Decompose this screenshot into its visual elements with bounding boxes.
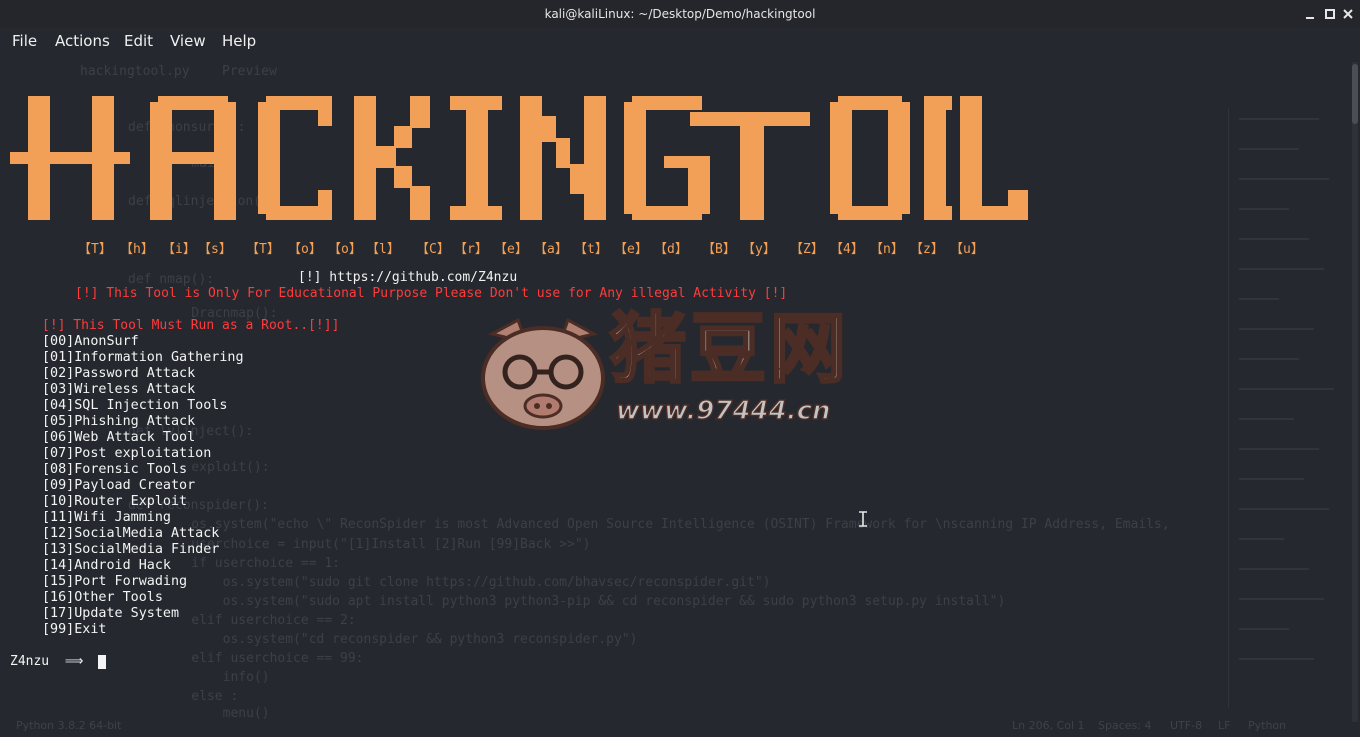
menu-option-port-forwarding: [15]Port Forwading: [42, 574, 188, 589]
banner-letter: 【T】: [78, 242, 112, 257]
ghost-code-line: info(): [160, 670, 270, 685]
ghost-status-language: Python: [1248, 719, 1287, 732]
ghost-tab-2: Preview: [222, 64, 277, 79]
banner-letter: 【l】: [366, 242, 400, 257]
menu-option-anonsurf: [00]AnonSurf: [42, 334, 139, 349]
menu-option-web-attack: [06]Web Attack Tool: [42, 430, 196, 445]
ghost-code-line: def nmap():: [128, 272, 215, 287]
menu-option-information-gathering: [01]Information Gathering: [42, 350, 244, 365]
terminal-prompt: Z4nzu ⟹: [10, 654, 84, 669]
disclaimer-text: [!] This Tool is Only For Educational Pu…: [75, 286, 788, 301]
close-icon[interactable]: [1340, 6, 1356, 22]
menu-option-wifi-jamming: [11]Wifi Jamming: [42, 510, 171, 525]
ghost-code-line: os.system("sudo git clone https://github…: [160, 575, 771, 590]
menu-option-update-system: [17]Update System: [42, 606, 180, 621]
ghost-status-encoding: UTF-8: [1170, 719, 1203, 732]
menu-option-forensic-tools: [08]Forensic Tools: [42, 462, 188, 477]
banner-letter: 【z】: [910, 242, 944, 257]
banner-letter: 【e】: [494, 242, 528, 257]
menu-help[interactable]: Help: [222, 32, 256, 50]
banner-letter: 【4】: [830, 242, 864, 257]
menu-option-wireless-attack: [03]Wireless Attack: [42, 382, 196, 397]
menu-bar: File Actions Edit View Help: [0, 28, 1360, 56]
text-cursor-icon: [859, 511, 867, 527]
ghost-code-line: else :: [160, 689, 239, 704]
ghost-status-eol: LF: [1218, 719, 1231, 732]
github-link[interactable]: [!] https://github.com/Z4nzu: [298, 270, 517, 286]
window-title: kali@kaliLinux: ~/Desktop/Demo/hackingto…: [544, 7, 816, 21]
watermark-url: www.97444.cn: [615, 395, 831, 427]
banner-letter: 【d】: [654, 242, 688, 257]
banner-letter: 【o】: [328, 242, 362, 257]
ghost-status-position: Ln 206, Col 1: [1012, 719, 1085, 732]
banner-letter: 【r】: [454, 242, 488, 257]
ascii-banner: [10, 96, 1028, 220]
ghost-status-python: Python 3.8.2 64-bit: [16, 719, 122, 732]
banner-letter: 【e】: [614, 242, 648, 257]
banner-letter: 【B】: [702, 242, 736, 257]
menu-edit[interactable]: Edit: [124, 32, 153, 50]
pig-mascot-icon: [481, 317, 605, 430]
menu-option-payload-creator: [09]Payload Creator: [42, 478, 196, 493]
banner-letter: 【u】: [950, 242, 984, 257]
banner-letter: 【h】: [120, 242, 154, 257]
banner-letter: 【t】: [574, 242, 608, 257]
banner-letter: 【C】: [416, 242, 450, 257]
banner-letter: 【y】: [742, 242, 776, 257]
banner-letter: 【s】: [198, 242, 232, 257]
menu-actions[interactable]: Actions: [55, 32, 110, 50]
ghost-status-spaces: Spaces: 4: [1098, 719, 1152, 732]
banner-letter: 【n】: [870, 242, 904, 257]
watermark-name: 猪豆网: [609, 304, 850, 393]
ghost-code-line: os.system("sudo apt install python3 pyth…: [160, 594, 1006, 609]
menu-file[interactable]: File: [12, 32, 37, 50]
menu-option-socialmedia-finder: [13]SocialMedia Finder: [42, 542, 220, 557]
title-bar: kali@kaliLinux: ~/Desktop/Demo/hackingto…: [0, 0, 1360, 28]
ghost-status-bar: Python 3.8.2 64-bit Ln 206, Col 1 Spaces…: [0, 716, 1360, 737]
banner-letter: 【Z】: [790, 242, 824, 257]
banner-letter: 【i】: [162, 242, 196, 257]
menu-option-post-exploitation: [07]Post exploitation: [42, 446, 212, 461]
terminal-scrollbar[interactable]: [1352, 62, 1358, 722]
menu-option-exit: [99]Exit: [42, 622, 107, 637]
tool-menu: [00]AnonSurf [01]Information Gathering […: [42, 334, 244, 638]
menu-option-phishing-attack: [05]Phishing Attack: [42, 414, 196, 429]
minimize-icon[interactable]: [1302, 6, 1318, 22]
ghost-code-line: elif userchoice == 99:: [160, 651, 364, 666]
menu-option-sql-injection: [04]SQL Injection Tools: [42, 398, 228, 413]
ghost-code-line: os.system("echo \" ReconSpider is most A…: [160, 517, 1170, 532]
banner-letter: 【o】: [288, 242, 322, 257]
scrollbar-thumb[interactable]: [1352, 64, 1358, 124]
ghost-tab-1: hackingtool.py: [80, 64, 190, 79]
menu-option-password-attack: [02]Password Attack: [42, 366, 196, 381]
menu-option-socialmedia-attack: [12]SocialMedia Attack: [42, 526, 220, 541]
menu-view[interactable]: View: [170, 32, 206, 50]
maximize-icon[interactable]: [1322, 6, 1338, 22]
banner-letter: 【T】: [246, 242, 280, 257]
menu-option-android-hack: [14]Android Hack: [42, 558, 171, 573]
menu-option-other-tools: [16]Other Tools: [42, 590, 163, 605]
menu-option-router-exploit: [10]Router Exploit: [42, 494, 188, 509]
root-warning: [!] This Tool Must Run as a Root..[!]]: [42, 318, 340, 333]
watermark: 猪豆网 www.97444.cn: [478, 304, 888, 434]
banner-letter: 【a】: [534, 242, 568, 257]
minimap: [1228, 108, 1346, 708]
terminal-input-cursor[interactable]: [98, 655, 106, 669]
